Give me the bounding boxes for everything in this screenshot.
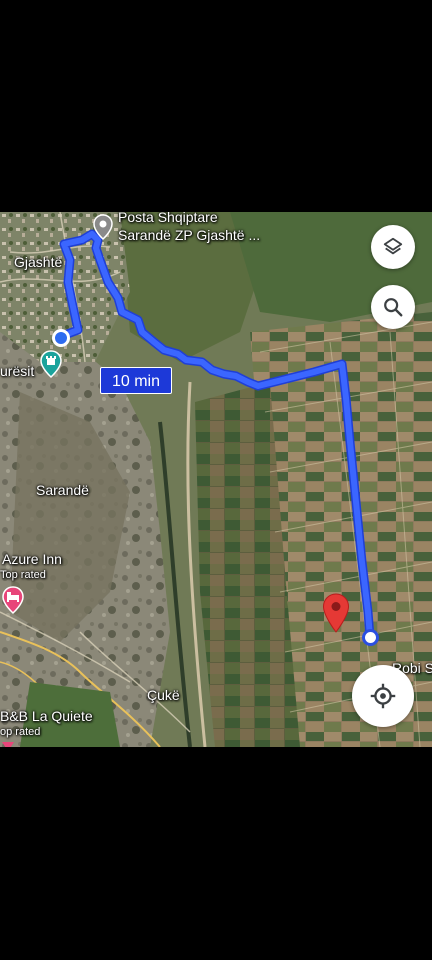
satellite-imagery	[0, 212, 432, 747]
my-location-button[interactable]	[352, 665, 414, 727]
place-label-b-and-b[interactable]: B&B La Quiete	[0, 708, 93, 724]
place-label-urresit: urësit	[0, 363, 35, 379]
place-label-cuke: Çukë	[147, 687, 180, 703]
azure-inn-rating-badge: Top rated	[0, 569, 46, 581]
place-label-gjashte: Gjashtë	[14, 254, 63, 270]
post-office-marker-icon[interactable]	[93, 214, 113, 240]
layers-button[interactable]	[371, 225, 415, 269]
landmark-marker-icon[interactable]	[40, 350, 62, 378]
route-end-dot	[362, 629, 379, 646]
screen: Posta Shqiptare Sarandë ZP Gjashtë ... G…	[0, 0, 432, 960]
layers-icon	[383, 237, 403, 255]
place-label-sarande: Sarandë	[36, 482, 89, 498]
search-icon	[384, 298, 403, 317]
poi-post-office-subtitle[interactable]: Sarandë ZP Gjashtë ...	[118, 227, 260, 243]
route-duration-badge[interactable]: 10 min	[100, 367, 172, 394]
my-location-icon	[370, 683, 396, 709]
b-and-b-rating-badge: op rated	[0, 726, 41, 738]
place-label-azure-inn[interactable]: Azure Inn	[2, 551, 62, 567]
poi-post-office-name[interactable]: Posta Shqiptare	[118, 212, 218, 225]
search-button[interactable]	[371, 285, 415, 329]
destination-pin-icon[interactable]	[322, 593, 350, 633]
hotel-marker-icon[interactable]	[2, 586, 24, 614]
hotel-marker-partial-icon	[2, 742, 14, 747]
origin-location-dot	[52, 329, 70, 347]
satellite-map[interactable]: Posta Shqiptare Sarandë ZP Gjashtë ... G…	[0, 212, 432, 747]
